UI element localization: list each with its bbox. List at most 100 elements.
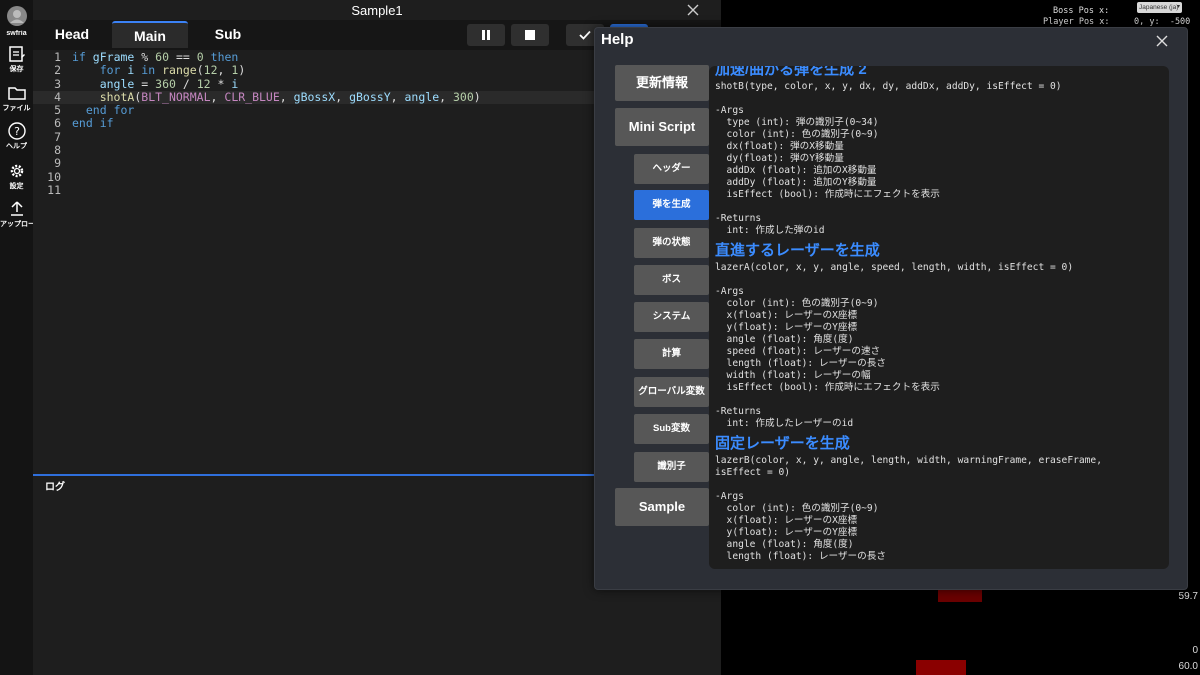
line-number: 10 bbox=[47, 169, 61, 184]
help-nav: 更新情報 Mini Script ヘッダー弾を生成弾の状態ボスシステム計算グローバル… bbox=[595, 58, 715, 578]
help-nav-item[interactable]: 弾の状態 bbox=[634, 228, 709, 258]
sidebar-item-label: 設定 bbox=[9, 183, 24, 190]
help-text-line: int: 作成した弾のid bbox=[715, 225, 825, 236]
help-gap bbox=[715, 479, 1145, 491]
sidebar-item-label: ヘルプ bbox=[6, 143, 27, 150]
line-number: 11 bbox=[47, 182, 61, 197]
code-text[interactable]: shotA(BLT_NORMAL, CLR_BLUE, gBossX, gBos… bbox=[72, 90, 481, 104]
sidebar-item-settings[interactable]: 設定 bbox=[0, 162, 33, 191]
help-text-line: y(float): レーザーのY座標 bbox=[715, 322, 858, 333]
help-content: 加速/曲がる弾を生成 2 shotB(type, color, x, y, dx,… bbox=[709, 66, 1169, 569]
help-text-line: speed (float): レーザーの速さ bbox=[715, 346, 881, 357]
help-text-line: color (int): 色の識別子(0~9) bbox=[715, 503, 879, 514]
pause-icon bbox=[482, 30, 490, 40]
help-nav-item[interactable]: ヘッダー bbox=[634, 154, 709, 184]
line-number: 2 bbox=[54, 63, 61, 78]
tab-main[interactable]: Main bbox=[112, 21, 188, 48]
code-text[interactable]: for i in range(12, 1) bbox=[72, 64, 246, 77]
line-number: 6 bbox=[54, 116, 61, 131]
help-section-heading: 固定レーザーを生成 bbox=[715, 435, 850, 452]
check-icon bbox=[579, 30, 591, 40]
help-text-line: dy(float): 弾のY移動量 bbox=[715, 153, 844, 164]
help-text-line: -Args bbox=[715, 105, 744, 116]
user-label: swfria bbox=[6, 30, 27, 37]
pause-button[interactable] bbox=[467, 24, 505, 46]
help-nav-item[interactable]: 更新情報 bbox=[615, 65, 709, 101]
sidebar-item-upload[interactable]: アップロード bbox=[0, 200, 33, 229]
sidebar-item-file[interactable]: ファイル bbox=[0, 84, 33, 113]
code-text[interactable]: angle = 360 / 12 * i bbox=[72, 77, 239, 91]
sidebar-item-save[interactable]: 保存 bbox=[0, 45, 33, 74]
editor-title: Sample1 bbox=[351, 3, 403, 18]
tab-sub[interactable]: Sub bbox=[190, 21, 266, 48]
help-text-line: addDy (float): 追加のY移動量 bbox=[715, 177, 877, 188]
help-text-line: type (int): 弾の識別子(0~34) bbox=[715, 117, 879, 128]
stop-button[interactable] bbox=[511, 24, 549, 46]
help-gap bbox=[715, 93, 1145, 105]
upload-icon bbox=[10, 201, 23, 216]
sidebar-item-label: 保存 bbox=[9, 66, 24, 73]
line-number: 4 bbox=[54, 89, 61, 104]
tab-head[interactable]: Head bbox=[34, 21, 110, 48]
log-label: ログ bbox=[45, 482, 65, 493]
line-number: 8 bbox=[54, 143, 61, 158]
help-gap bbox=[715, 274, 1145, 286]
user-avatar-item[interactable]: swfria bbox=[0, 6, 33, 37]
help-text-line: lazerB(color, x, y, angle, length, width… bbox=[715, 455, 1102, 466]
help-text-line: lazerA(color, x, y, angle, speed, length… bbox=[715, 262, 1074, 273]
help-gap bbox=[715, 394, 1145, 406]
help-nav-item[interactable]: Mini Script bbox=[615, 108, 709, 146]
help-nav-item[interactable]: Sample bbox=[615, 488, 709, 526]
close-icon[interactable] bbox=[1155, 34, 1169, 48]
help-text-line: isEffect (bool): 作成時にエフェクトを表示 bbox=[715, 382, 940, 393]
help-text-line: x(float): レーザーのX座標 bbox=[715, 515, 858, 526]
help-text-line: -Returns bbox=[715, 213, 762, 224]
help-nav-item[interactable]: グローバル変数 bbox=[634, 377, 709, 407]
help-text-line: color (int): 色の識別子(0~9) bbox=[715, 129, 879, 140]
help-text: 加速/曲がる弾を生成 2 shotB(type, color, x, y, dx,… bbox=[715, 66, 1145, 563]
help-text-line: shotB(type, color, x, y, dx, dy, addDx, … bbox=[715, 81, 1062, 92]
help-text-line: int: 作成したレーザーのid bbox=[715, 418, 854, 429]
help-icon: ? bbox=[7, 122, 26, 140]
sidebar-item-label: アップロード bbox=[0, 221, 33, 228]
help-text-line: isEffect (bool): 作成時にエフェクトを表示 bbox=[715, 189, 940, 200]
help-text-line: -Args bbox=[715, 491, 744, 502]
help-text-line: -Returns bbox=[715, 406, 762, 417]
player-pos-value: 0, y: -500 bbox=[1134, 17, 1191, 27]
line-number: 5 bbox=[54, 103, 61, 118]
help-nav-item[interactable]: システム bbox=[634, 302, 709, 332]
help-nav-item[interactable]: 計算 bbox=[634, 339, 709, 369]
help-text-line: length (float): レーザーの長さ bbox=[715, 358, 886, 369]
help-text-line: dx(float): 弾のX移動量 bbox=[715, 141, 844, 152]
help-nav-item[interactable]: 識別子 bbox=[634, 452, 709, 482]
fps-small-bottom: 0 bbox=[1192, 645, 1198, 656]
help-text-line: width (float): レーザーの幅 bbox=[715, 370, 871, 381]
help-text-line: length (float): レーザーの長さ bbox=[715, 551, 886, 562]
line-number: 3 bbox=[54, 76, 61, 91]
fps-top: 59.7 bbox=[1178, 591, 1198, 602]
help-nav-item[interactable]: ボス bbox=[634, 265, 709, 295]
help-nav-item[interactable]: Sub変数 bbox=[634, 414, 709, 444]
help-text-line: addDx (float): 追加のX移動量 bbox=[715, 165, 877, 176]
help-title: Help bbox=[601, 31, 634, 48]
folder-icon bbox=[7, 87, 26, 100]
code-text[interactable]: if gFrame % 60 == 0 then bbox=[72, 50, 238, 64]
help-text-line: color (int): 色の識別子(0~9) bbox=[715, 298, 879, 309]
help-nav-item[interactable]: 弾を生成 bbox=[634, 190, 709, 220]
svg-text:?: ? bbox=[14, 125, 20, 138]
close-icon[interactable] bbox=[685, 2, 701, 18]
line-number: 9 bbox=[54, 156, 61, 171]
code-text[interactable]: end for bbox=[72, 104, 135, 117]
sidebar-item-label: ファイル bbox=[2, 105, 31, 112]
red-glow-bottom bbox=[916, 660, 966, 675]
help-gap bbox=[715, 201, 1145, 213]
help-text-line: angle (float): 角度(度) bbox=[715, 539, 854, 550]
sidebar-item-help[interactable]: ? ヘルプ bbox=[0, 122, 33, 151]
help-section-heading: 直進するレーザーを生成 bbox=[715, 242, 880, 259]
help-text-line: isEffect = 0) bbox=[715, 467, 791, 478]
red-glow-top bbox=[938, 590, 982, 602]
line-number: 7 bbox=[54, 129, 61, 144]
language-select[interactable]: Japanese (ja) bbox=[1137, 2, 1182, 13]
code-text[interactable]: end if bbox=[72, 117, 114, 130]
help-window: Help 更新情報 Mini Script ヘッダー弾を生成弾の状態ボスシステム計算… bbox=[594, 27, 1188, 590]
